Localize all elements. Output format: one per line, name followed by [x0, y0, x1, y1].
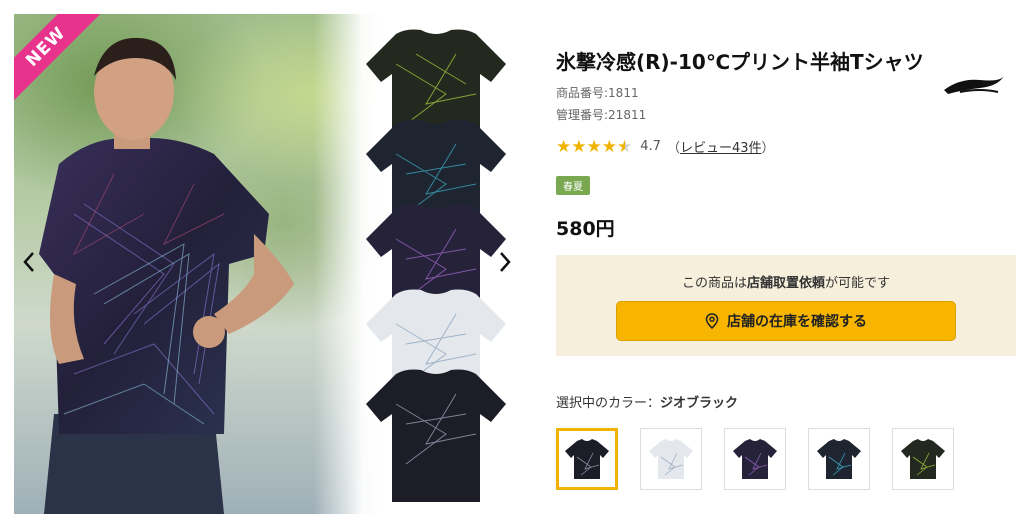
color-swatch-green[interactable] — [892, 428, 954, 490]
color-swatch-blue[interactable] — [808, 428, 870, 490]
review-count-link[interactable]: レビュー43件 — [680, 137, 762, 156]
rating: ★ ★ ★ ★ ★ 4.7 （レビュー43件） — [556, 137, 775, 157]
tshirt-blue-icon — [817, 439, 861, 479]
product-title: 氷撃冷感(R)-10℃プリント半袖Tシャツ — [556, 50, 924, 74]
star-rating: ★ ★ ★ ★ ★ — [556, 138, 632, 156]
store-pickup-text: この商品は店舗取置依頼が可能です — [556, 272, 1016, 291]
gallery-next-button[interactable] — [492, 250, 518, 280]
review-open-paren: （ — [666, 141, 680, 156]
model-photo — [39, 37, 294, 514]
review-close-paren: ） — [761, 141, 775, 156]
store-text-suffix: が可能です — [825, 276, 891, 291]
gallery-prev-button[interactable] — [16, 250, 42, 280]
tshirt-green-icon — [901, 439, 945, 479]
color-label-prefix: 選択中のカラー： — [556, 396, 661, 411]
color-swatches — [556, 428, 976, 490]
star-icon: ★ — [601, 136, 617, 157]
chevron-left-icon — [23, 252, 34, 272]
product-price: 580円 — [556, 218, 615, 240]
store-pickup-panel: この商品は店舗取置依頼が可能です 店舗の在庫を確認する — [556, 255, 1016, 356]
management-number: 管理番号:21811 — [556, 108, 647, 122]
selected-color-name: ジオブラック — [660, 396, 739, 411]
half-star-icon: ★ — [617, 136, 633, 157]
tshirt-white-icon — [649, 439, 693, 479]
tshirt-black-icon — [565, 439, 609, 479]
store-text-bold: 店舗取置依頼 — [746, 276, 825, 291]
product-image-gallery[interactable]: NEW — [14, 14, 534, 514]
store-text-prefix: この商品は — [681, 276, 747, 291]
product-number: 商品番号:1811 — [556, 86, 639, 100]
color-swatch-white[interactable] — [640, 428, 702, 490]
season-badge: 春夏 — [556, 176, 590, 195]
star-icon: ★ — [556, 136, 572, 157]
check-store-stock-label: 店舗の在庫を確認する — [727, 314, 867, 330]
tshirt-purple-icon — [733, 439, 777, 479]
check-store-stock-button[interactable]: 店舗の在庫を確認する — [616, 301, 956, 341]
star-icon: ★ — [571, 136, 587, 157]
brand-logo-icon — [944, 76, 1004, 94]
color-swatch-black[interactable] — [556, 428, 618, 490]
map-pin-icon — [705, 313, 719, 329]
star-icon: ★ — [586, 136, 602, 157]
chevron-right-icon — [500, 252, 511, 272]
selected-color-label: 選択中のカラー：ジオブラック — [556, 392, 738, 411]
rating-value: 4.7 — [640, 139, 661, 154]
color-swatch-purple[interactable] — [724, 428, 786, 490]
